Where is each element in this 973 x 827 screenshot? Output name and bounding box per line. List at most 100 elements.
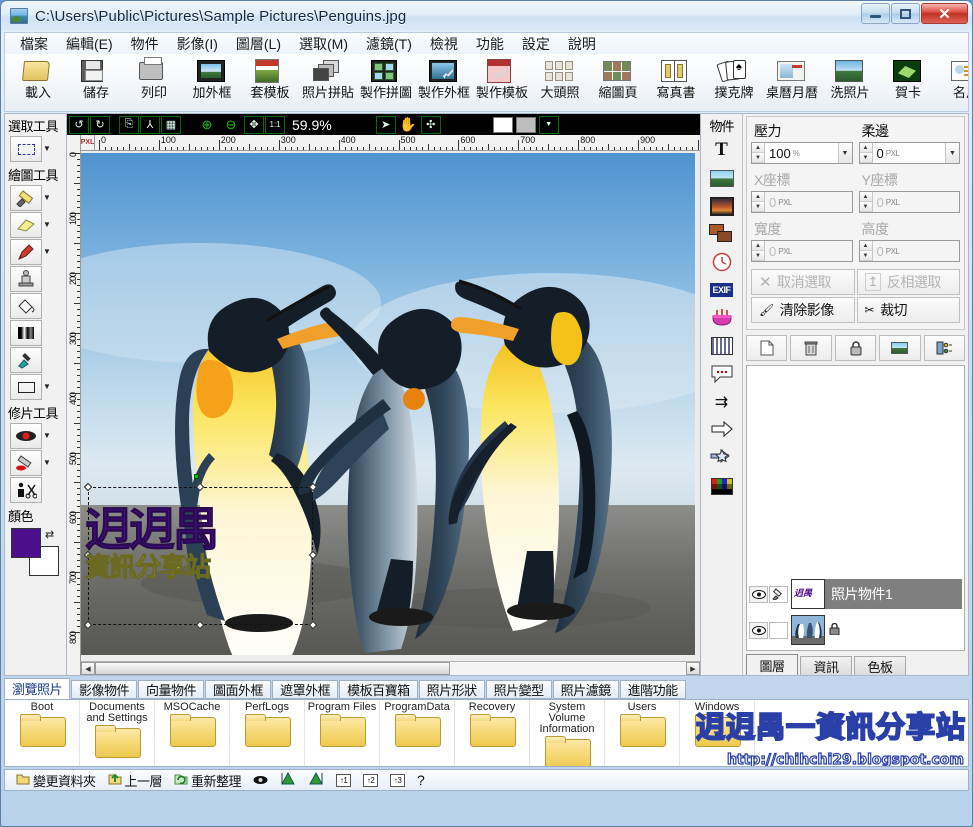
red-eye-removal-tool[interactable]: [10, 423, 42, 449]
zoom-out-button[interactable]: ⊖: [220, 116, 242, 134]
sort-ascending-button[interactable]: [275, 771, 301, 788]
change-folder-button[interactable]: 變更資料夾: [11, 771, 101, 790]
help-button[interactable]: ?: [412, 772, 429, 788]
layer-list[interactable]: 迌禺 照片物件1: [746, 365, 965, 651]
folder-item[interactable]: PerfLogs: [230, 700, 305, 766]
soft-edge-dropdown[interactable]: ▼: [945, 143, 959, 163]
width-stepper[interactable]: ▲ ▼ 0 PXL: [751, 240, 853, 262]
toolbar-button-print-photo[interactable]: 洗照片: [821, 54, 879, 110]
stepper-arrows[interactable]: ▲ ▼: [752, 241, 765, 261]
stepper-arrows[interactable]: ▲ ▼: [752, 192, 765, 212]
image-object-icon[interactable]: [707, 165, 737, 191]
layer-image-button[interactable]: [879, 335, 921, 361]
star-shape-object-icon[interactable]: [707, 445, 737, 471]
background-swatch-small[interactable]: [515, 116, 536, 133]
menu-item-0[interactable]: 檔案: [11, 33, 57, 55]
grid-button[interactable]: ▦: [161, 115, 181, 134]
zoom-in-button[interactable]: ⊕: [196, 116, 218, 134]
toolbar-button-id-photo[interactable]: 大頭照: [531, 54, 589, 110]
exif-object-icon[interactable]: EXIF: [707, 277, 737, 303]
stepper-arrows[interactable]: ▲ ▼: [859, 192, 873, 212]
chevron-down-icon[interactable]: ▼: [42, 374, 52, 400]
delete-layer-button[interactable]: [790, 335, 832, 361]
rotate-handle[interactable]: [194, 474, 199, 479]
menu-item-5[interactable]: 選取(M): [290, 33, 357, 55]
folder-item[interactable]: Documents and Settings: [80, 700, 155, 766]
swatch-dropdown-button[interactable]: ▼: [538, 115, 559, 134]
folder-item[interactable]: Recovery: [455, 700, 530, 766]
bottom-tab-5[interactable]: 模板百寶箱: [339, 680, 418, 699]
menu-item-1[interactable]: 編輯(E): [57, 33, 122, 55]
menu-item-4[interactable]: 圖層(L): [227, 33, 290, 55]
undo-button[interactable]: ↺: [69, 115, 89, 134]
preview-eye-button[interactable]: [248, 773, 273, 788]
arrows-object-icon[interactable]: ⇉: [707, 389, 737, 415]
bottom-tab-1[interactable]: 影像物件: [71, 680, 138, 699]
close-button[interactable]: ✕: [921, 3, 968, 24]
height-stepper[interactable]: ▲ ▼ 0 PXL: [858, 240, 960, 262]
toolbar-button-make-puzzle[interactable]: 製作拼圖: [357, 54, 415, 110]
crop-button[interactable]: ✂ 裁切: [856, 297, 960, 323]
layer-thumbnail[interactable]: 迌禺: [791, 579, 825, 609]
chevron-down-icon[interactable]: ▼: [42, 239, 52, 265]
toolbar-button-open-folder[interactable]: 載入: [9, 54, 67, 110]
menu-item-7[interactable]: 檢視: [421, 33, 467, 55]
fit-to-window-button[interactable]: ✥: [244, 115, 264, 134]
text-object-icon[interactable]: T: [707, 137, 737, 163]
folder-item[interactable]: ProgramData: [380, 700, 455, 766]
toolbar-button-printer[interactable]: 列印: [125, 54, 183, 110]
redo-button[interactable]: ↻: [90, 115, 110, 134]
sort-descending-button[interactable]: [303, 771, 329, 788]
toolbar-button-apply-template[interactable]: 套模板: [241, 54, 299, 110]
scroll-thumb[interactable]: [95, 662, 450, 675]
tab-info[interactable]: 資訊: [800, 656, 852, 675]
pan-hand-button[interactable]: ✋: [397, 116, 419, 134]
toolbar-button-floppy-disk[interactable]: 儲存: [67, 54, 125, 110]
menu-item-6[interactable]: 濾鏡(T): [357, 33, 421, 55]
toolbar-button-make-frame[interactable]: 製作外框: [415, 54, 473, 110]
layer-thumbnail[interactable]: [791, 615, 825, 645]
swap-colors-icon[interactable]: ⇄: [45, 528, 54, 541]
folder-item[interactable]: MSOCache: [155, 700, 230, 766]
soft-edge-value[interactable]: 0 PXL: [873, 143, 946, 163]
thumb-size-1-button[interactable]: ↑1: [331, 773, 356, 787]
canvas-area[interactable]: 迌迌禺 資訊分享站: [81, 151, 700, 661]
photo-canvas[interactable]: 迌迌禺 資訊分享站: [81, 153, 700, 661]
folder-item[interactable]: Program Files: [305, 700, 380, 766]
chevron-down-icon[interactable]: ▼: [42, 136, 52, 162]
toolbar-button-greeting-card[interactable]: 賀卡: [879, 54, 937, 110]
toolbar-button-contact-sheet[interactable]: 縮圖頁: [589, 54, 647, 110]
toolbar-button-calendar[interactable]: 桌曆月曆: [763, 54, 821, 110]
tab-layers[interactable]: 圖層: [746, 654, 798, 675]
layer-mask-toggle[interactable]: [769, 621, 788, 639]
actual-size-button[interactable]: 1:1: [265, 115, 285, 134]
stepper-arrows[interactable]: ▲ ▼: [752, 143, 765, 163]
foreground-swatch-small[interactable]: [492, 116, 513, 133]
speech-bubble-object-icon[interactable]: [707, 361, 737, 387]
toolbar-button-name-card[interactable]: 名片: [937, 54, 968, 110]
bottom-tab-7[interactable]: 照片變型: [485, 680, 552, 699]
blemish-fix-tool[interactable]: [10, 450, 42, 476]
invert-selection-button[interactable]: ↥ 反相選取: [856, 269, 960, 295]
chevron-down-icon[interactable]: ▼: [42, 212, 52, 238]
layer-visibility-toggle[interactable]: [749, 585, 768, 603]
menu-item-9[interactable]: 設定: [513, 33, 559, 55]
calendar-object-icon[interactable]: [707, 333, 737, 359]
y-coord-value[interactable]: 0 PXL: [873, 192, 960, 212]
layer-row[interactable]: [747, 612, 964, 648]
layer-visibility-toggle[interactable]: [749, 621, 768, 639]
cake-object-icon[interactable]: [707, 305, 737, 331]
thumb-size-3-button[interactable]: ↑3: [385, 773, 410, 787]
eyedropper-tool[interactable]: [10, 347, 42, 373]
menu-item-3[interactable]: 影像(I): [168, 33, 227, 55]
clone-stamp-tool[interactable]: [10, 266, 42, 292]
scroll-track[interactable]: [95, 662, 686, 675]
refresh-button[interactable]: 重新整理: [169, 771, 246, 790]
select-arrow-button[interactable]: ➤: [375, 115, 396, 134]
scroll-left-icon[interactable]: ◀: [81, 662, 95, 675]
pressure-dropdown[interactable]: ▼: [837, 143, 852, 163]
lock-layer-button[interactable]: [834, 335, 877, 361]
minimize-button[interactable]: [861, 3, 890, 24]
folder-item[interactable]: System Volume Information: [530, 700, 605, 766]
clock-object-icon[interactable]: [707, 249, 737, 275]
